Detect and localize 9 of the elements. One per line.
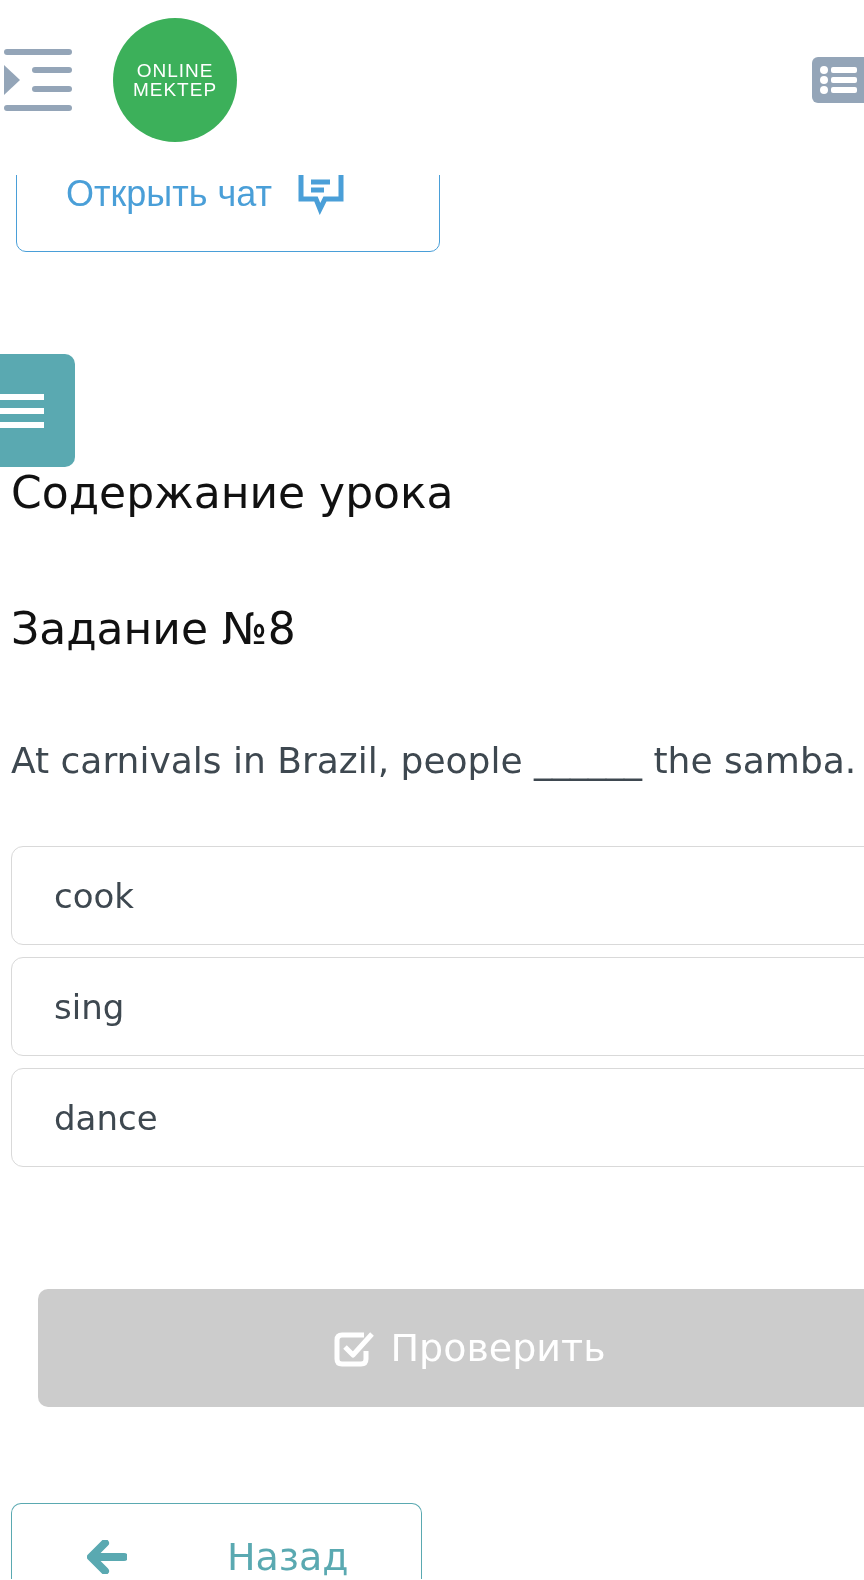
logo[interactable]: ONLINE MEKTEP	[113, 18, 237, 142]
answer-option[interactable]: cook	[11, 846, 864, 945]
question-text: At carnivals in Brazil, people ______ the samba.	[11, 739, 858, 783]
back-button[interactable]: Назад	[11, 1503, 422, 1579]
answer-option[interactable]: dance	[11, 1068, 864, 1167]
answer-option[interactable]: sing	[11, 957, 864, 1056]
open-chat-button[interactable]: Открыть чат	[16, 175, 440, 252]
task-title: Задание №8	[10, 603, 297, 655]
lesson-title: Содержание урока	[10, 467, 455, 519]
